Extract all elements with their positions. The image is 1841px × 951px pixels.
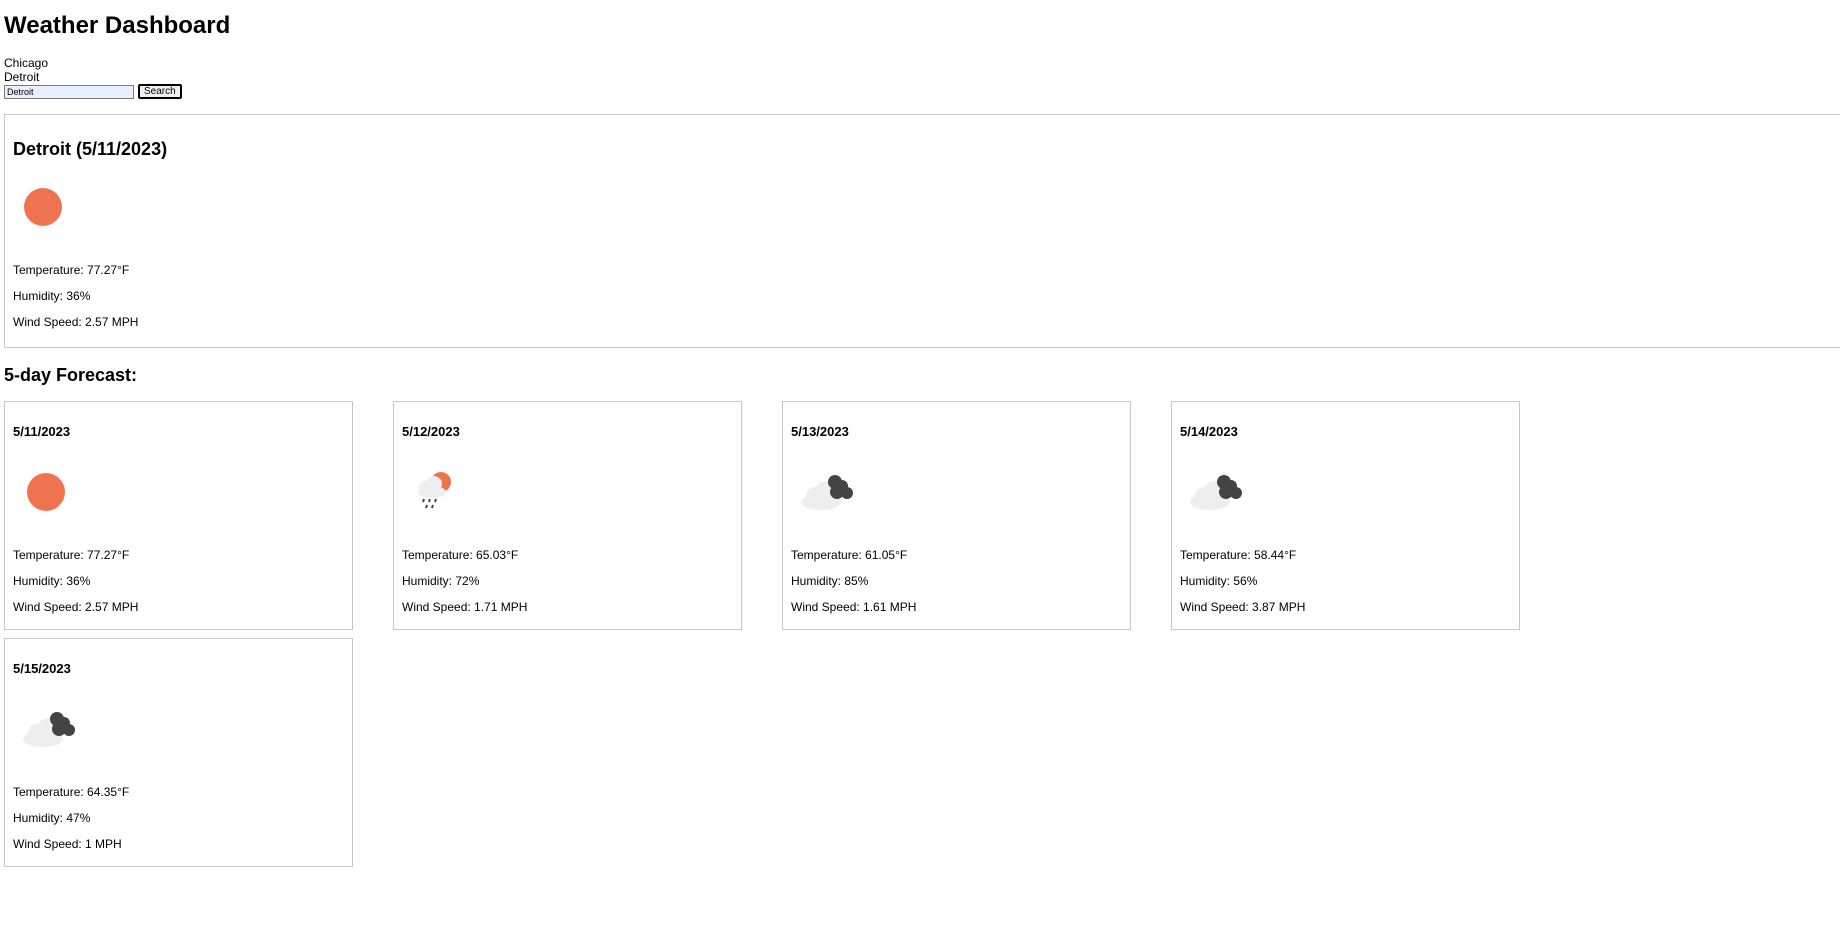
forecast-temperature: Temperature: 58.44°F [1180, 548, 1297, 562]
forecast-card: 5/13/2023 Temperature: 61.05°F Humidity:… [782, 401, 1131, 630]
page-title: Weather Dashboard [4, 12, 231, 39]
forecast-card: 5/11/2023 Temperature: 77.27°F Humidity:… [4, 401, 353, 630]
current-humidity: Humidity: 36% [13, 289, 91, 303]
search-history: Chicago Detroit [4, 56, 48, 84]
current-temperature: Temperature: 77.27°F [13, 263, 130, 277]
forecast-card: 5/12/2023 Temperature: 65.03°F Humidity:… [393, 401, 742, 630]
forecast-card: 5/14/2023 Temperature: 58.44°F Humidity:… [1171, 401, 1520, 630]
forecast-temperature: Temperature: 61.05°F [791, 548, 908, 562]
city-search-input[interactable] [4, 84, 134, 99]
forecast-humidity: Humidity: 36% [13, 574, 91, 588]
dark-cloud-icon [797, 462, 857, 521]
forecast-temperature: Temperature: 64.35°F [13, 785, 130, 799]
current-wind-speed: Wind Speed: 2.57 MPH [13, 315, 139, 329]
forecast-wind-speed: Wind Speed: 3.87 MPH [1180, 600, 1306, 614]
current-city-heading: Detroit (5/11/2023) [13, 139, 168, 159]
forecast-temperature: Temperature: 77.27°F [13, 548, 130, 562]
forecast-humidity: Humidity: 85% [791, 574, 869, 588]
forecast-wind-speed: Wind Speed: 1.61 MPH [791, 600, 917, 614]
forecast-date: 5/11/2023 [13, 424, 71, 439]
forecast-wind-speed: Wind Speed: 1.71 MPH [402, 600, 528, 614]
search-button[interactable]: Search [138, 84, 182, 99]
sun-icon [19, 462, 73, 521]
forecast-humidity: Humidity: 56% [1180, 574, 1258, 588]
search-form: Search [4, 84, 182, 99]
forecast-wind-speed: Wind Speed: 2.57 MPH [13, 600, 139, 614]
forecast-temperature: Temperature: 65.03°F [402, 548, 519, 562]
forecast-wind-speed: Wind Speed: 1 MPH [13, 837, 122, 851]
forecast-date: 5/12/2023 [402, 424, 460, 439]
forecast-date: 5/14/2023 [1180, 424, 1238, 439]
forecast-card: 5/15/2023 Temperature: 64.35°F Humidity:… [4, 638, 353, 867]
history-item-chicago[interactable]: Chicago [4, 56, 48, 70]
forecast-humidity: Humidity: 47% [13, 811, 91, 825]
forecast-title: 5-day Forecast: [4, 365, 138, 385]
sun-icon [23, 187, 63, 232]
dark-cloud-icon [19, 699, 79, 758]
dark-cloud-icon [1186, 462, 1246, 521]
rain-sun-icon [408, 462, 462, 521]
history-item-detroit[interactable]: Detroit [4, 70, 48, 84]
forecast-date: 5/13/2023 [791, 424, 849, 439]
forecast-date: 5/15/2023 [13, 661, 71, 676]
current-weather-panel: Detroit (5/11/2023) Temperature: 77.27°F… [4, 114, 1840, 348]
forecast-humidity: Humidity: 72% [402, 574, 480, 588]
